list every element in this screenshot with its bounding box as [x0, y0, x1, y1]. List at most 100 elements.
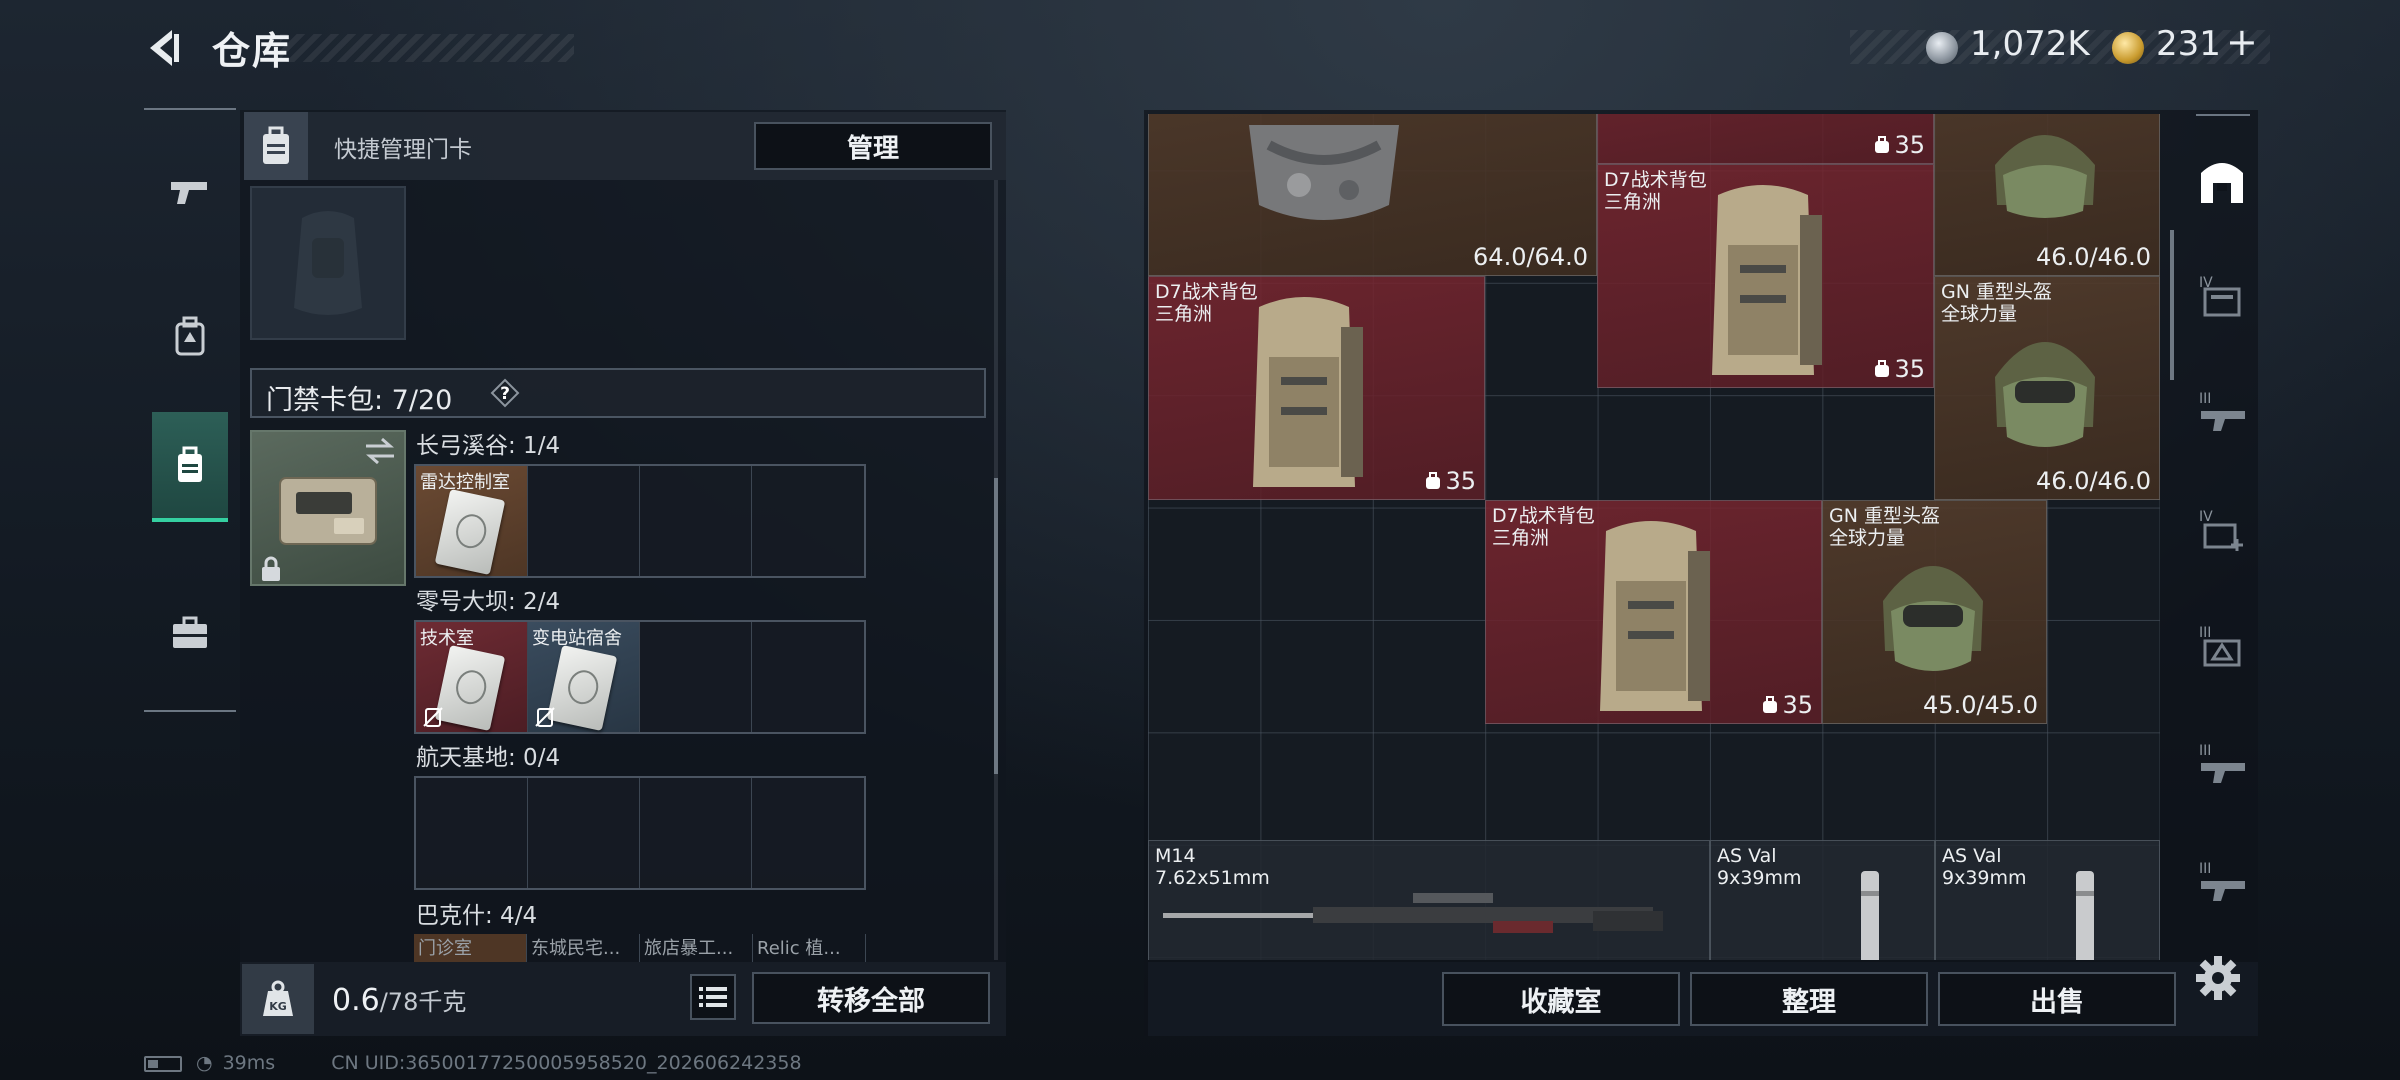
keycard-slot[interactable]: 门诊室: [414, 934, 527, 962]
tab-tier-iv-storage[interactable]: IV: [2186, 248, 2258, 344]
keycard-slot[interactable]: Relic 植...: [753, 934, 866, 962]
durability-value: 45.0/45.0: [1923, 691, 2038, 719]
inventory-item-as-val[interactable]: AS Val 9x39mm: [1935, 840, 2160, 960]
tab-home-base[interactable]: [2186, 132, 2258, 228]
map-title-changgong: 长弓溪谷: 1/4: [416, 433, 561, 459]
transfer-all-button[interactable]: 转移全部: [752, 972, 990, 1024]
empty-keycard-slot[interactable]: [640, 778, 752, 888]
tier-iii-weapon-icon: III: [2199, 391, 2245, 431]
empty-keycard-slot[interactable]: [640, 622, 752, 732]
keycard-slot[interactable]: 技术室: [416, 622, 528, 732]
back-arrow-icon[interactable]: [142, 26, 186, 70]
weight-unit: /78千克: [379, 988, 467, 1016]
quick-manage-label: 快捷管理门卡: [334, 137, 472, 163]
inventory-item-helmet-partial[interactable]: 46.0/46.0: [1934, 114, 2160, 276]
tier-label: III: [2199, 861, 2211, 877]
capacity-readout: 35: [1762, 691, 1813, 719]
inventory-item-helmet[interactable]: GN 重型头盔 全球力量 46.0/46.0: [1934, 276, 2160, 500]
suppressor-image: [1861, 871, 1879, 960]
silver-coin-icon: [1926, 32, 1958, 64]
help-symbol: ?: [500, 384, 510, 404]
keycard-slot[interactable]: 东城民宅...: [527, 934, 640, 962]
tier-iii-armor-icon: III: [2199, 625, 2241, 667]
durability-value: 64.0/64.0: [1473, 243, 1588, 271]
manage-button[interactable]: 管理: [754, 122, 992, 170]
sell-button[interactable]: 出售: [1938, 972, 2176, 1026]
rifle-image: [1163, 893, 1663, 933]
inventory-scrollbar[interactable]: [2170, 230, 2174, 380]
keycard-label: 雷达控制室: [420, 472, 510, 493]
backpack-tab-icon: [175, 316, 205, 356]
tab-tier-iii-armor[interactable]: III: [2186, 598, 2258, 694]
empty-keycard-slot[interactable]: [752, 778, 864, 888]
sort-button[interactable]: 整理: [1690, 972, 1928, 1026]
unavailable-icon: [423, 707, 443, 727]
tab-tier-iii-weapon-2[interactable]: III: [2186, 716, 2258, 812]
capacity-readout: 35: [1425, 467, 1476, 495]
empty-keycard-slot[interactable]: [640, 466, 752, 576]
inventory-item-backpack[interactable]: D7战术背包 三角洲 35: [1148, 276, 1485, 500]
keycard-tab-icon: [178, 446, 202, 482]
tier-label: III: [2199, 391, 2211, 407]
card-panel-scrollbar[interactable]: [994, 478, 998, 774]
inventory-item-backpack[interactable]: D7战术背包 三角洲 35: [1485, 500, 1822, 724]
d7-backpack-image: [1712, 185, 1822, 375]
map-title-space-base: 航天基地: 0/4: [416, 745, 561, 771]
inventory-item-helmet[interactable]: GN 重型头盔 全球力量 45.0/45.0: [1822, 500, 2047, 724]
keycard-image: [546, 645, 618, 731]
toolbox-icon: [173, 616, 207, 648]
wifi-icon: ◔: [196, 1052, 213, 1074]
uid-text: CN UID:36500177250005958520_202606242358: [331, 1052, 802, 1074]
help-icon[interactable]: ?: [490, 378, 520, 408]
map-title-dam: 零号大坝: 2/4: [416, 589, 561, 615]
lock-icon: [262, 556, 280, 581]
status-bar: ◔ 39ms CN UID:36500177250005958520_2026062…: [144, 1052, 802, 1074]
rail-bottom-divider: [144, 710, 236, 712]
empty-keycard-slot[interactable]: [528, 466, 640, 576]
tab-toolbox[interactable]: [152, 578, 228, 688]
inventory-grid[interactable]: 64.0/64.0 35 D7战术背包 三角洲 35 46.0/46.0 D7战…: [1148, 114, 2160, 960]
list-view-button[interactable]: [690, 974, 736, 1020]
tab-weapons[interactable]: [152, 136, 228, 246]
swap-icon[interactable]: [362, 434, 398, 468]
cardpack-count: 门禁卡包: 7/20: [266, 385, 453, 416]
tab-tier-iii-weapon[interactable]: III: [2186, 364, 2258, 460]
tier-label: III: [2199, 625, 2211, 641]
helmet-image: [1995, 342, 2095, 447]
gold-currency-value: 231: [2156, 24, 2221, 64]
right-rail-top-divider: [2196, 114, 2250, 116]
empty-keycard-slot[interactable]: [752, 466, 864, 576]
d7-backpack-image: [1600, 521, 1710, 711]
keycard-label: 技术室: [420, 628, 474, 649]
backpack-slot[interactable]: [250, 186, 406, 340]
gear-icon[interactable]: [2194, 954, 2242, 1002]
keycard-slot[interactable]: 旅店暴工...: [640, 934, 753, 962]
empty-keycard-slot[interactable]: [752, 622, 864, 732]
d7-backpack-image: [1253, 297, 1363, 487]
inventory-item-pouch[interactable]: 64.0/64.0: [1148, 114, 1597, 276]
silver-currency-value: 1,072K: [1970, 24, 2090, 64]
empty-keycard-slot[interactable]: [416, 778, 528, 888]
quick-manage-icon-box: [244, 112, 308, 180]
tab-tier-iii-weapon-3[interactable]: III: [2186, 834, 2258, 930]
keycard-slot[interactable]: 变电站宿舍: [528, 622, 640, 732]
inventory-item-m14[interactable]: M14 7.62x51mm: [1148, 840, 1710, 960]
inventory-item-backpack-partial[interactable]: 35: [1597, 114, 1934, 164]
title-decoration: [280, 34, 574, 62]
tier-label: IV: [2199, 509, 2213, 525]
weight-value: 0.6: [332, 983, 380, 1018]
collection-room-button[interactable]: 收藏室: [1442, 972, 1680, 1026]
inventory-item-backpack[interactable]: D7战术背包 三角洲 35: [1597, 164, 1934, 388]
inventory-item-as-val[interactable]: AS Val 9x39mm: [1710, 840, 1935, 960]
keycard-holder-icon: [263, 126, 289, 164]
add-currency-button[interactable]: +: [2226, 20, 2258, 64]
battery-icon: [144, 1055, 182, 1072]
tier-iv-medical-icon: IV: [2199, 509, 2243, 551]
list-icon: [699, 987, 727, 1007]
keycard-slot[interactable]: 雷达控制室: [416, 466, 528, 576]
tab-tier-iv-medical[interactable]: IV: [2186, 482, 2258, 578]
tab-equipment[interactable]: [152, 282, 228, 392]
tactical-pouch-image: [1249, 125, 1399, 220]
empty-keycard-slot[interactable]: [528, 778, 640, 888]
tab-keycards[interactable]: [152, 412, 228, 522]
